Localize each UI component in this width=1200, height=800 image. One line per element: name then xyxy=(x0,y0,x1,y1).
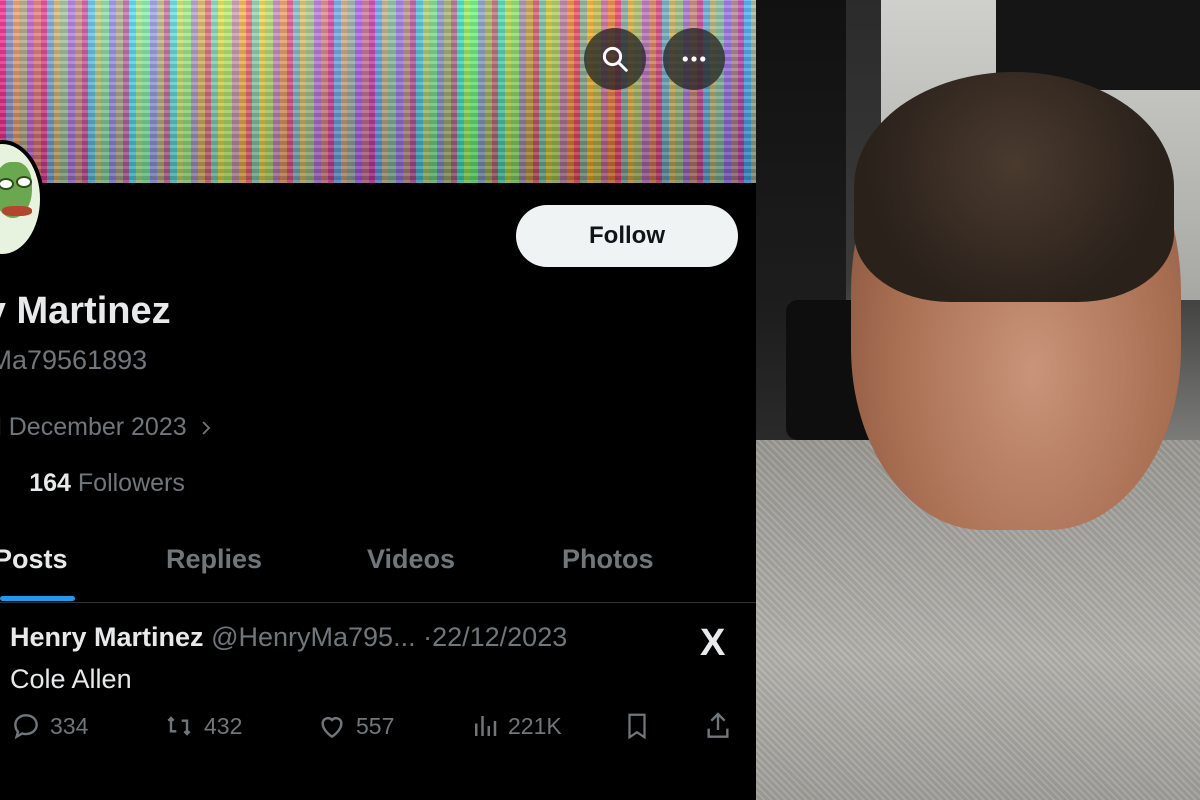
reply-count: 334 xyxy=(50,712,89,739)
tab-posts[interactable]: Posts xyxy=(0,544,68,575)
repost-count: 432 xyxy=(204,712,243,739)
like-button[interactable]: 557 xyxy=(316,710,394,742)
profile-panel: Follow ry Martinez yMa79561893 ed Decemb… xyxy=(0,0,756,800)
heart-icon xyxy=(321,717,343,739)
active-tab-indicator xyxy=(0,596,75,601)
reply-button[interactable]: 334 xyxy=(10,710,88,742)
followers-count[interactable]: 164 xyxy=(29,469,71,497)
views-count: 221K xyxy=(508,712,562,739)
following-link[interactable]: wing xyxy=(0,469,1,497)
tweet-author-handle[interactable]: @HenryMa795... xyxy=(211,622,416,652)
tab-replies[interactable]: Replies xyxy=(166,544,262,575)
tweet-date[interactable]: 22/12/2023 xyxy=(432,622,567,652)
joined-text: ed December 2023 xyxy=(0,413,187,441)
profile-stats: wing 164 Followers xyxy=(0,469,185,498)
profile-banner xyxy=(0,0,756,183)
tweet-actions: 334 432 557 221K xyxy=(0,710,756,754)
more-icon xyxy=(682,56,706,62)
profile-name: ry Martinez xyxy=(0,290,171,332)
chevron-right-icon xyxy=(201,420,210,435)
search-button[interactable] xyxy=(584,28,646,90)
avatar-eye xyxy=(16,176,32,188)
repost-icon xyxy=(167,716,191,736)
tab-photos[interactable]: Photos xyxy=(562,544,654,575)
followers-label[interactable]: Followers xyxy=(78,469,185,497)
news-photo xyxy=(756,0,1200,800)
follow-button[interactable]: Follow xyxy=(516,205,738,267)
avatar-lip xyxy=(2,206,32,216)
like-count: 557 xyxy=(356,712,395,739)
tab-videos[interactable]: Videos xyxy=(367,544,455,575)
bookmark-icon xyxy=(628,713,646,740)
x-logo-icon: X xyxy=(700,622,726,664)
views-icon xyxy=(475,716,497,736)
photo-hair xyxy=(854,72,1174,302)
profile-tabs: Posts Replies Videos Photos xyxy=(0,530,756,603)
tweet-author-name[interactable]: Henry Martinez xyxy=(10,622,204,652)
search-icon xyxy=(602,46,628,72)
tweet-separator: · xyxy=(423,622,433,652)
profile-joined[interactable]: ed December 2023 xyxy=(0,413,215,442)
more-options-button[interactable] xyxy=(663,28,725,90)
repost-button[interactable]: 432 xyxy=(162,710,242,742)
tweet-header: Henry Martinez @HenryMa795... ·22/12/202… xyxy=(10,622,567,653)
reply-icon xyxy=(14,714,38,740)
tweet-text: Cole Allen xyxy=(10,664,132,694)
profile-handle: yMa79561893 xyxy=(0,345,148,375)
bookmark-button[interactable] xyxy=(622,710,652,742)
views-button[interactable]: 221K xyxy=(470,710,562,742)
share-icon xyxy=(707,712,729,738)
share-button[interactable] xyxy=(702,710,734,742)
